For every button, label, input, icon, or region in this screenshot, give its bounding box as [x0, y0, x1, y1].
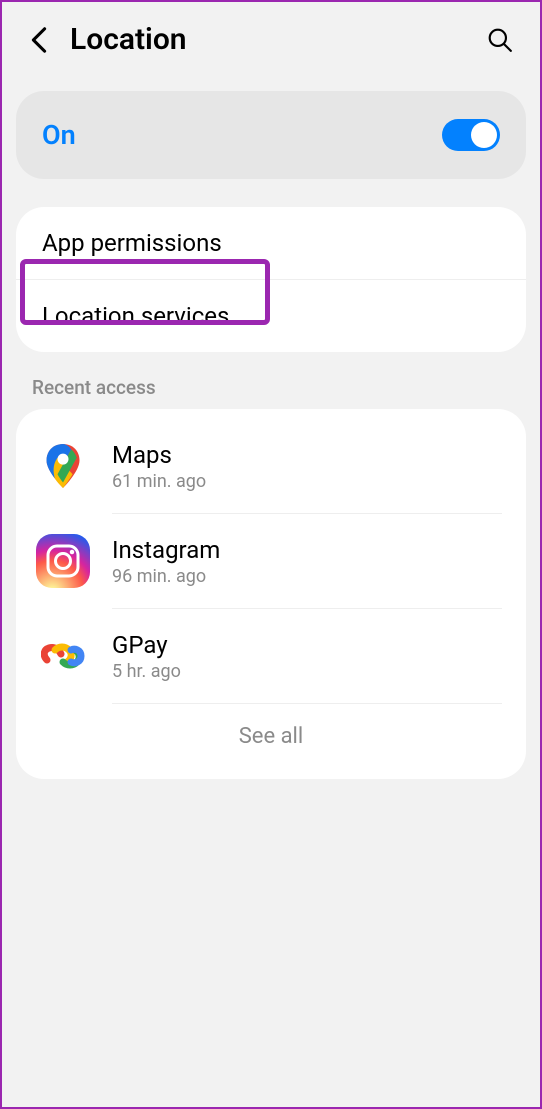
app-info: Maps 61 min. ago	[112, 441, 502, 492]
instagram-app-icon	[36, 534, 90, 588]
gpay-app-icon	[36, 629, 90, 683]
app-info: Instagram 96 min. ago	[112, 536, 502, 587]
location-services-item[interactable]: Location services	[16, 280, 526, 352]
list-item[interactable]: Instagram 96 min. ago	[16, 514, 526, 608]
app-time: 5 hr. ago	[112, 661, 502, 682]
list-item[interactable]: GPay 5 hr. ago	[16, 609, 526, 703]
maps-app-icon	[36, 439, 90, 493]
app-time: 61 min. ago	[112, 471, 502, 492]
list-item[interactable]: Maps 61 min. ago	[16, 419, 526, 513]
app-name: Maps	[112, 441, 502, 469]
search-icon[interactable]	[484, 24, 516, 56]
app-info: GPay 5 hr. ago	[112, 631, 502, 682]
location-toggle[interactable]	[442, 119, 500, 151]
settings-card: App permissions Location services	[16, 207, 526, 352]
recent-access-card: Maps 61 min. ago Instagram 96 min. ago	[16, 409, 526, 779]
app-permissions-item[interactable]: App permissions	[16, 207, 526, 280]
page-title: Location	[70, 22, 466, 57]
toggle-label: On	[42, 119, 76, 151]
location-master-toggle-card: On	[16, 91, 526, 179]
app-name: GPay	[112, 631, 502, 659]
app-time: 96 min. ago	[112, 566, 502, 587]
app-name: Instagram	[112, 536, 502, 564]
see-all-button[interactable]: See all	[16, 704, 526, 759]
header: Location	[2, 2, 540, 77]
back-icon[interactable]	[26, 27, 52, 53]
recent-access-header: Recent access	[2, 352, 540, 409]
